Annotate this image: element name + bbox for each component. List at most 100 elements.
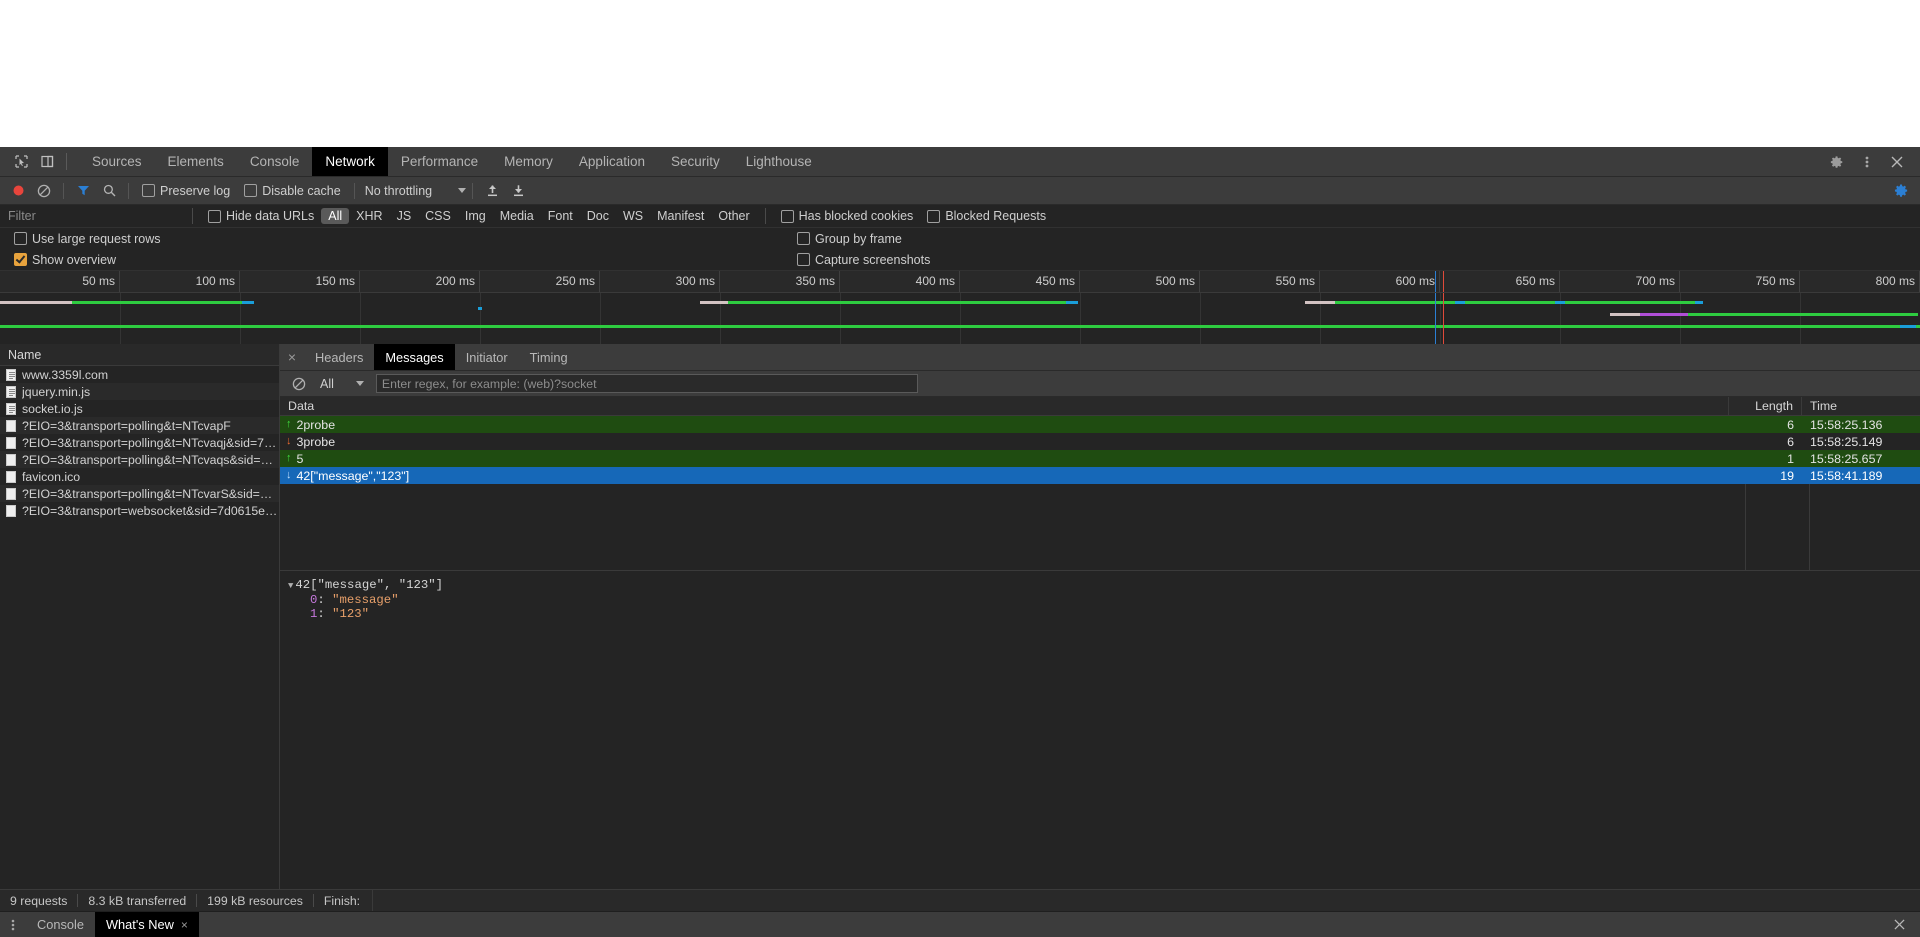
- column-header-length[interactable]: Length: [1729, 397, 1802, 415]
- clear-button[interactable]: [31, 179, 57, 203]
- filter-input[interactable]: [2, 207, 184, 225]
- request-row[interactable]: jquery.min.js: [0, 383, 279, 400]
- type-filter-all[interactable]: All: [321, 208, 350, 224]
- request-row[interactable]: ?EIO=3&transport=polling&t=NTcvapF: [0, 417, 279, 434]
- type-filter-xhr[interactable]: XHR: [349, 208, 389, 224]
- disable-cache-checkbox[interactable]: Disable cache: [244, 184, 341, 198]
- record-button[interactable]: [5, 179, 31, 203]
- column-header-data[interactable]: Data: [280, 397, 1729, 415]
- search-icon[interactable]: [96, 179, 122, 203]
- drawer-close-icon[interactable]: [1886, 913, 1912, 937]
- request-row[interactable]: ?EIO=3&transport=polling&t=NTcvaqs&sid=7…: [0, 451, 279, 468]
- request-name: ?EIO=3&transport=polling&t=NTcvarS&sid=7…: [22, 486, 279, 501]
- group-by-frame-checkbox[interactable]: Group by frame: [797, 232, 902, 246]
- type-filter-manifest[interactable]: Manifest: [650, 208, 711, 224]
- import-har-icon[interactable]: [479, 179, 505, 203]
- collapse-triangle-icon[interactable]: ▼: [288, 579, 293, 594]
- message-row[interactable]: ↑ 5 1 15:58:25.657: [280, 450, 1920, 467]
- network-settings-gear-icon[interactable]: [1888, 179, 1914, 203]
- detail-close-icon[interactable]: ×: [280, 344, 304, 370]
- tab-application[interactable]: Application: [566, 147, 658, 176]
- close-icon[interactable]: ×: [181, 918, 188, 932]
- more-vertical-icon[interactable]: [1852, 149, 1882, 175]
- show-overview-checkbox[interactable]: Show overview: [7, 253, 116, 267]
- export-har-icon[interactable]: [505, 179, 531, 203]
- tab-network[interactable]: Network: [312, 147, 388, 176]
- request-name: jquery.min.js: [22, 384, 91, 399]
- throttling-dropdown[interactable]: No throttling: [365, 184, 467, 198]
- type-filter-css[interactable]: CSS: [418, 208, 458, 224]
- request-row[interactable]: ?EIO=3&transport=websocket&sid=7d0615e89…: [0, 502, 279, 519]
- request-row[interactable]: socket.io.js: [0, 400, 279, 417]
- type-filter-img[interactable]: Img: [458, 208, 493, 224]
- disable-cache-label: Disable cache: [262, 183, 341, 198]
- message-regex-input[interactable]: [375, 374, 918, 393]
- message-received-arrow-icon: ↓: [286, 469, 292, 481]
- tab-lighthouse[interactable]: Lighthouse: [733, 147, 825, 176]
- message-row[interactable]: ↓ 42["message","123"] 19 15:58:41.189: [280, 467, 1920, 484]
- detail-tab-messages[interactable]: Messages: [374, 344, 455, 370]
- drawer-tab-console[interactable]: Console: [26, 912, 95, 937]
- overview-tick-label: 700 ms: [1635, 274, 1675, 288]
- use-large-request-rows-box: [14, 232, 27, 245]
- overview-tick: 700 ms: [1560, 271, 1680, 292]
- overview-request-bar: [1465, 301, 1555, 304]
- tab-elements[interactable]: Elements: [155, 147, 237, 176]
- has-blocked-cookies-checkbox[interactable]: Has blocked cookies: [780, 209, 913, 223]
- message-type-dropdown[interactable]: All: [316, 377, 368, 391]
- request-row[interactable]: ?EIO=3&transport=polling&t=NTcvarS&sid=7…: [0, 485, 279, 502]
- overview-request-bar: [728, 301, 1066, 304]
- group-by-frame-label: Group by frame: [815, 231, 902, 246]
- gear-icon[interactable]: [1822, 149, 1852, 175]
- clear-messages-icon[interactable]: [286, 372, 312, 396]
- request-list-header[interactable]: Name: [0, 344, 279, 366]
- capture-screenshots-checkbox[interactable]: Capture screenshots: [797, 253, 930, 267]
- document-icon: [6, 402, 16, 415]
- close-icon[interactable]: [1882, 149, 1912, 175]
- tab-sources[interactable]: Sources: [79, 147, 155, 176]
- tab-security[interactable]: Security: [658, 147, 733, 176]
- preview-root-line[interactable]: ▼ 42["message", "123"]: [288, 578, 1920, 594]
- request-name: www.3359l.com: [22, 367, 109, 382]
- type-filter-doc[interactable]: Doc: [580, 208, 616, 224]
- tab-performance[interactable]: Performance: [388, 147, 491, 176]
- tab-console[interactable]: Console: [237, 147, 313, 176]
- message-row[interactable]: ↓ 3probe 6 15:58:25.149: [280, 433, 1920, 450]
- hide-data-urls-checkbox[interactable]: Hide data URLs: [208, 209, 314, 223]
- type-filter-ws[interactable]: WS: [616, 208, 650, 224]
- network-overview[interactable]: 50 ms 100 ms 150 ms 200 ms 250 ms 300 ms 350 m…: [0, 271, 1920, 344]
- device-toolbar-icon[interactable]: [34, 149, 60, 175]
- drawer-tab-whats-new[interactable]: What's New ×: [94, 912, 199, 937]
- type-filter-font[interactable]: Font: [541, 208, 580, 224]
- detail-tab-initiator[interactable]: Initiator: [455, 344, 519, 370]
- request-row[interactable]: favicon.ico: [0, 468, 279, 485]
- filterbar-divider-2: [764, 208, 766, 224]
- message-sent-arrow-icon: ↑: [286, 452, 292, 464]
- detail-tab-headers[interactable]: Headers: [304, 344, 374, 370]
- message-row[interactable]: ↑ 2probe 6 15:58:25.136: [280, 416, 1920, 433]
- type-filter-other[interactable]: Other: [711, 208, 756, 224]
- type-filter-js[interactable]: JS: [390, 208, 419, 224]
- tab-memory[interactable]: Memory: [491, 147, 566, 176]
- message-length-cell: 6: [1787, 434, 1794, 449]
- inspect-element-icon[interactable]: [8, 149, 34, 175]
- blocked-requests-checkbox[interactable]: Blocked Requests: [927, 209, 1046, 223]
- request-list-pane: Name www.3359l.com jquery.min.js socket.io…: [0, 344, 280, 889]
- request-row[interactable]: ?EIO=3&transport=polling&t=NTcvaqj&sid=7…: [0, 434, 279, 451]
- use-large-request-rows-checkbox[interactable]: Use large request rows: [7, 232, 161, 246]
- more-vertical-icon[interactable]: [0, 912, 26, 937]
- detail-tab-timing[interactable]: Timing: [519, 344, 579, 370]
- generic-file-icon: [6, 504, 16, 517]
- message-data-text: 42["message","123"]: [296, 468, 410, 483]
- devtools-drawer: Console What's New ×: [0, 911, 1920, 937]
- toolbar-divider-4: [472, 182, 474, 199]
- filter-toggle-icon[interactable]: [70, 179, 96, 203]
- request-list: www.3359l.com jquery.min.js socket.io.js ?E…: [0, 366, 279, 889]
- type-filter-media[interactable]: Media: [493, 208, 541, 224]
- status-resources: 199 kB resources: [207, 893, 303, 908]
- preserve-log-checkbox[interactable]: Preserve log: [142, 184, 230, 198]
- column-header-time[interactable]: Time: [1802, 397, 1920, 415]
- status-finish: Finish:: [323, 893, 361, 908]
- messages-table-area: Data Length Time ↑ 2probe 6 15:58:25.136 ↓ 3p…: [280, 397, 1920, 571]
- request-row[interactable]: www.3359l.com: [0, 366, 279, 383]
